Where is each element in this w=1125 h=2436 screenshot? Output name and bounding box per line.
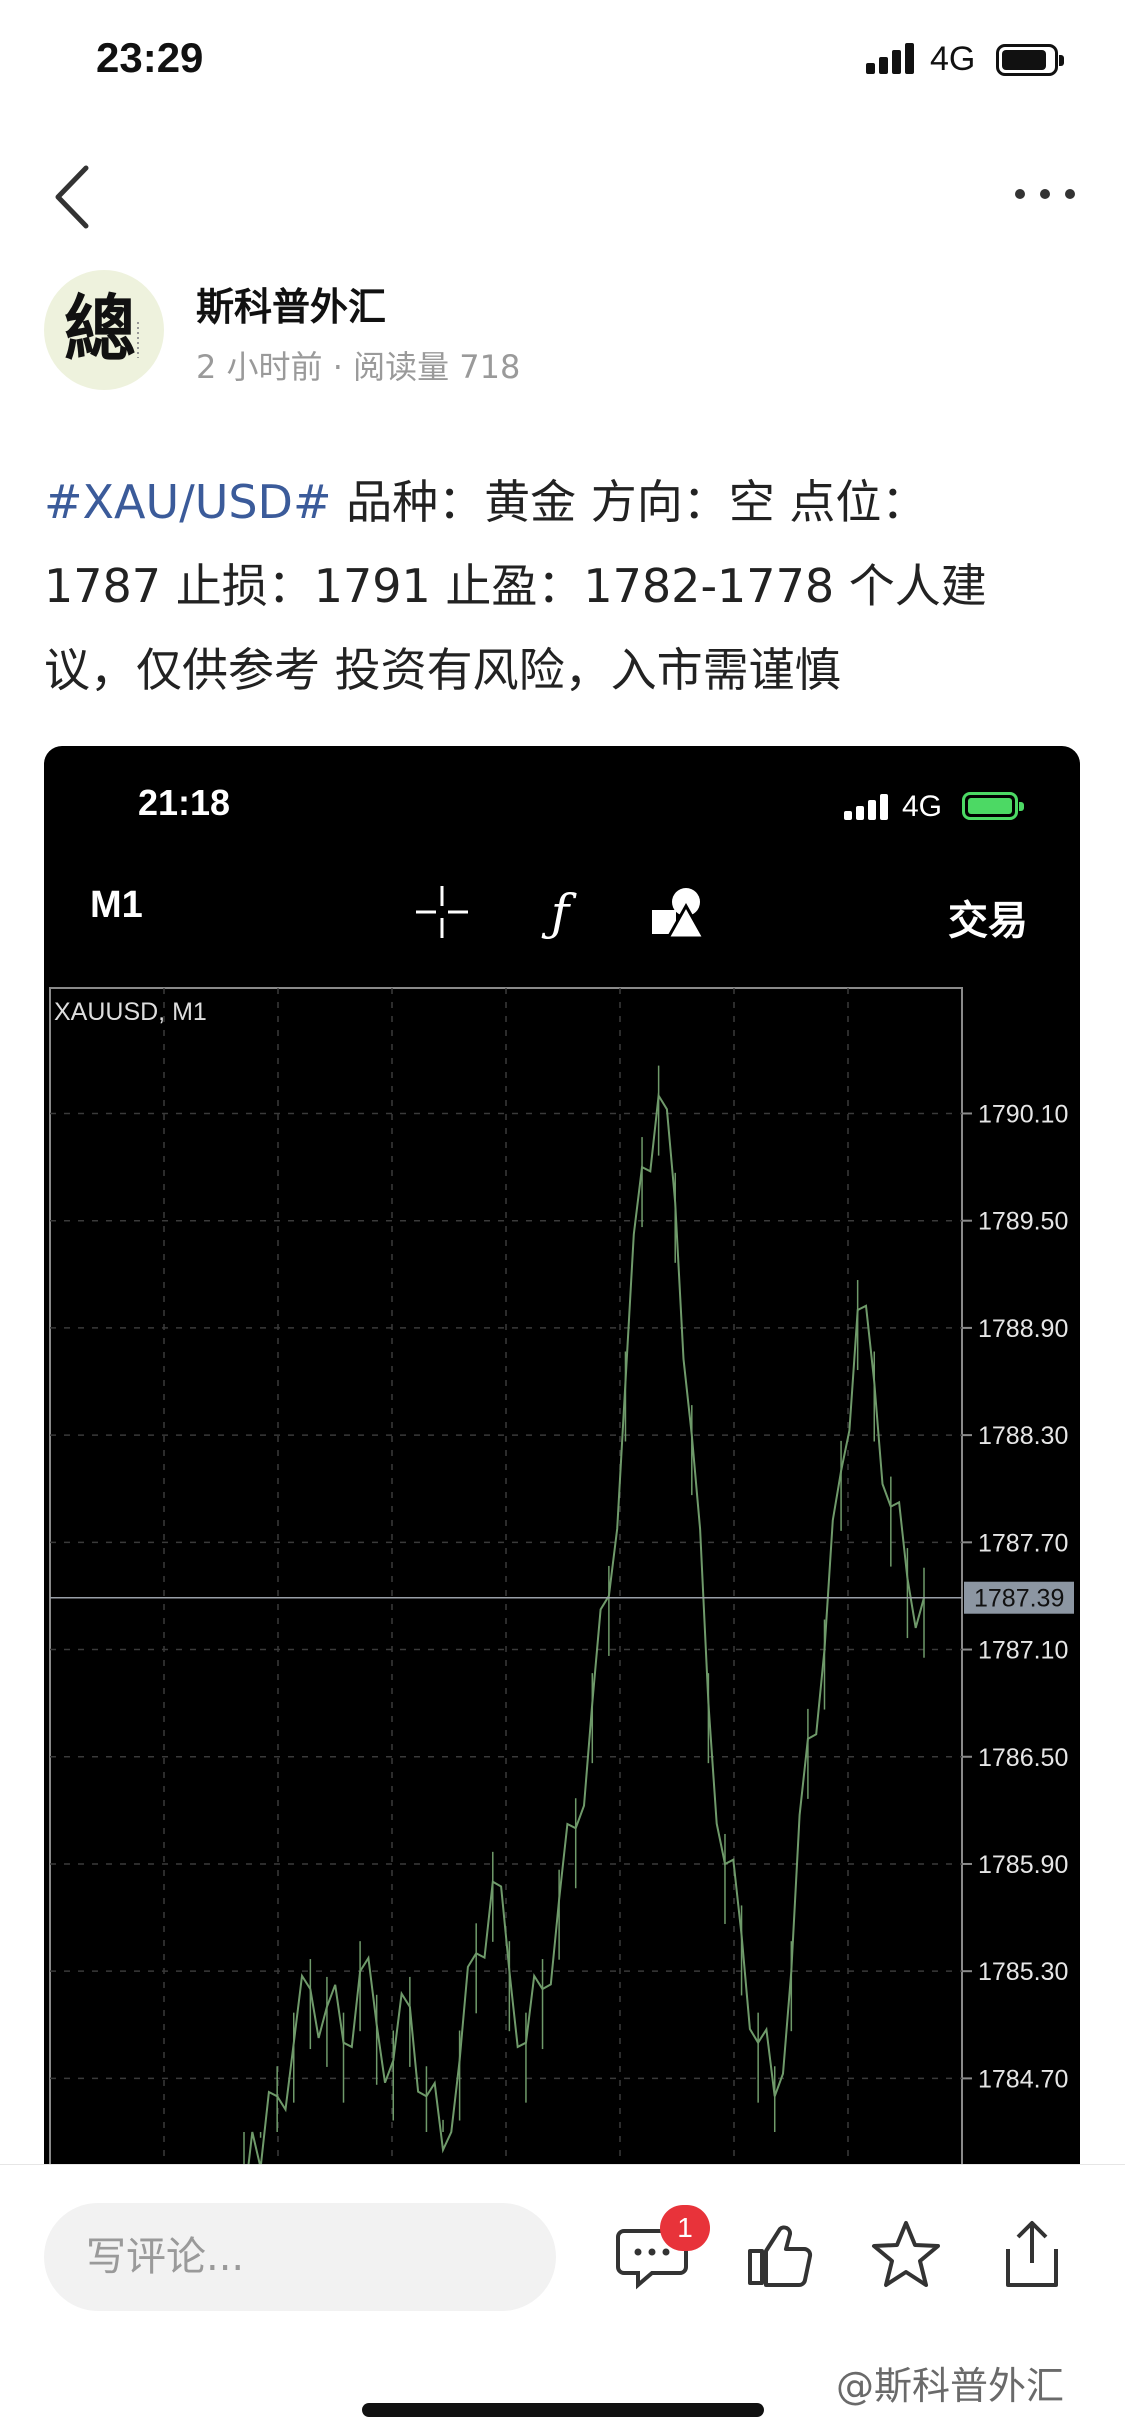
avatar[interactable]: 總 [44,270,164,390]
function-icon: ƒ [530,882,590,942]
comment-input[interactable] [44,2203,556,2311]
post-body: #XAU/USD# 品种：黄金 方向：空 点位： 1787 止损：1791 止盈… [44,460,1074,712]
current-price-label: 1787.39 [974,1585,1064,1613]
back-icon[interactable] [46,160,106,234]
battery-icon [996,44,1064,76]
screenshot-network: 4G [902,790,943,823]
screenshot-battery-icon [962,792,1024,820]
status-bar: 23:29 4G [0,0,1125,126]
hashtag-link[interactable]: #XAU/USD# [44,475,332,529]
price-chart: 1790.10 1789.50 1788.90 1788.30 1787.70 1787.… [49,987,1074,2166]
shapes-icon [648,882,708,942]
post-line-3: 议，仅供参考 投资有风险，入市需谨慎 [44,643,841,697]
status-time: 23:29 [96,34,204,81]
crosshair-icon [412,882,472,942]
author-meta: 2 小时前 · 阅读量 718 [196,342,520,388]
comment-count-badge: 1 [660,2205,710,2251]
trade-button: 交易 [948,898,1028,944]
y-tick-label: 1785.30 [978,1958,1068,1986]
y-tick-label: 1789.50 [978,1208,1068,1236]
author-name[interactable]: 斯科普外汇 [196,276,386,331]
y-tick-label: 1790.10 [978,1100,1068,1128]
y-tick-label: 1788.30 [978,1422,1068,1450]
avatar-glyph: 總 [64,286,136,371]
more-options-icon[interactable] [1010,174,1080,214]
post-line-1: #XAU/USD# 品种：黄金 方向：空 点位： [44,460,1074,544]
share-icon[interactable] [994,2217,1070,2293]
chart-title: XAUUSD, M1 [54,998,207,1026]
embedded-screenshot[interactable]: 21:18 4G M1 ƒ 交易 1790.10 1789.50 1788.90 17… [44,746,1080,2166]
timeframe-button: M1 [90,884,143,926]
y-tick-label: 1787.10 [978,1637,1068,1665]
post-time: 2 小时前 [196,348,323,386]
post-line-1-text: 品种：黄金 方向：空 点位： [331,475,928,529]
favorite-star-icon[interactable] [868,2217,944,2293]
signal-icon [866,42,916,74]
price-line [247,1092,925,2166]
y-tick-label: 1784.70 [978,2065,1068,2093]
y-tick-label: 1788.90 [978,1315,1068,1343]
screenshot-signal-icon [844,794,892,820]
svg-text:ƒ: ƒ [541,884,577,942]
watermark: @斯科普外汇 [836,2364,1065,2408]
screenshot-time: 21:18 [138,782,231,823]
read-count: · 阅读量 718 [332,348,521,386]
post-line-2: 1787 止损：1791 止盈：1782-1778 个人建 [44,559,987,613]
home-indicator [362,2403,764,2417]
y-tick-label: 1786.50 [978,1744,1068,1772]
network-label: 4G [930,40,976,78]
y-tick-label: 1787.70 [978,1529,1068,1557]
like-icon[interactable] [742,2217,818,2293]
bottom-bar: 1 @斯科普外汇 [0,2164,1125,2436]
y-tick-label: 1785.90 [978,1851,1068,1879]
